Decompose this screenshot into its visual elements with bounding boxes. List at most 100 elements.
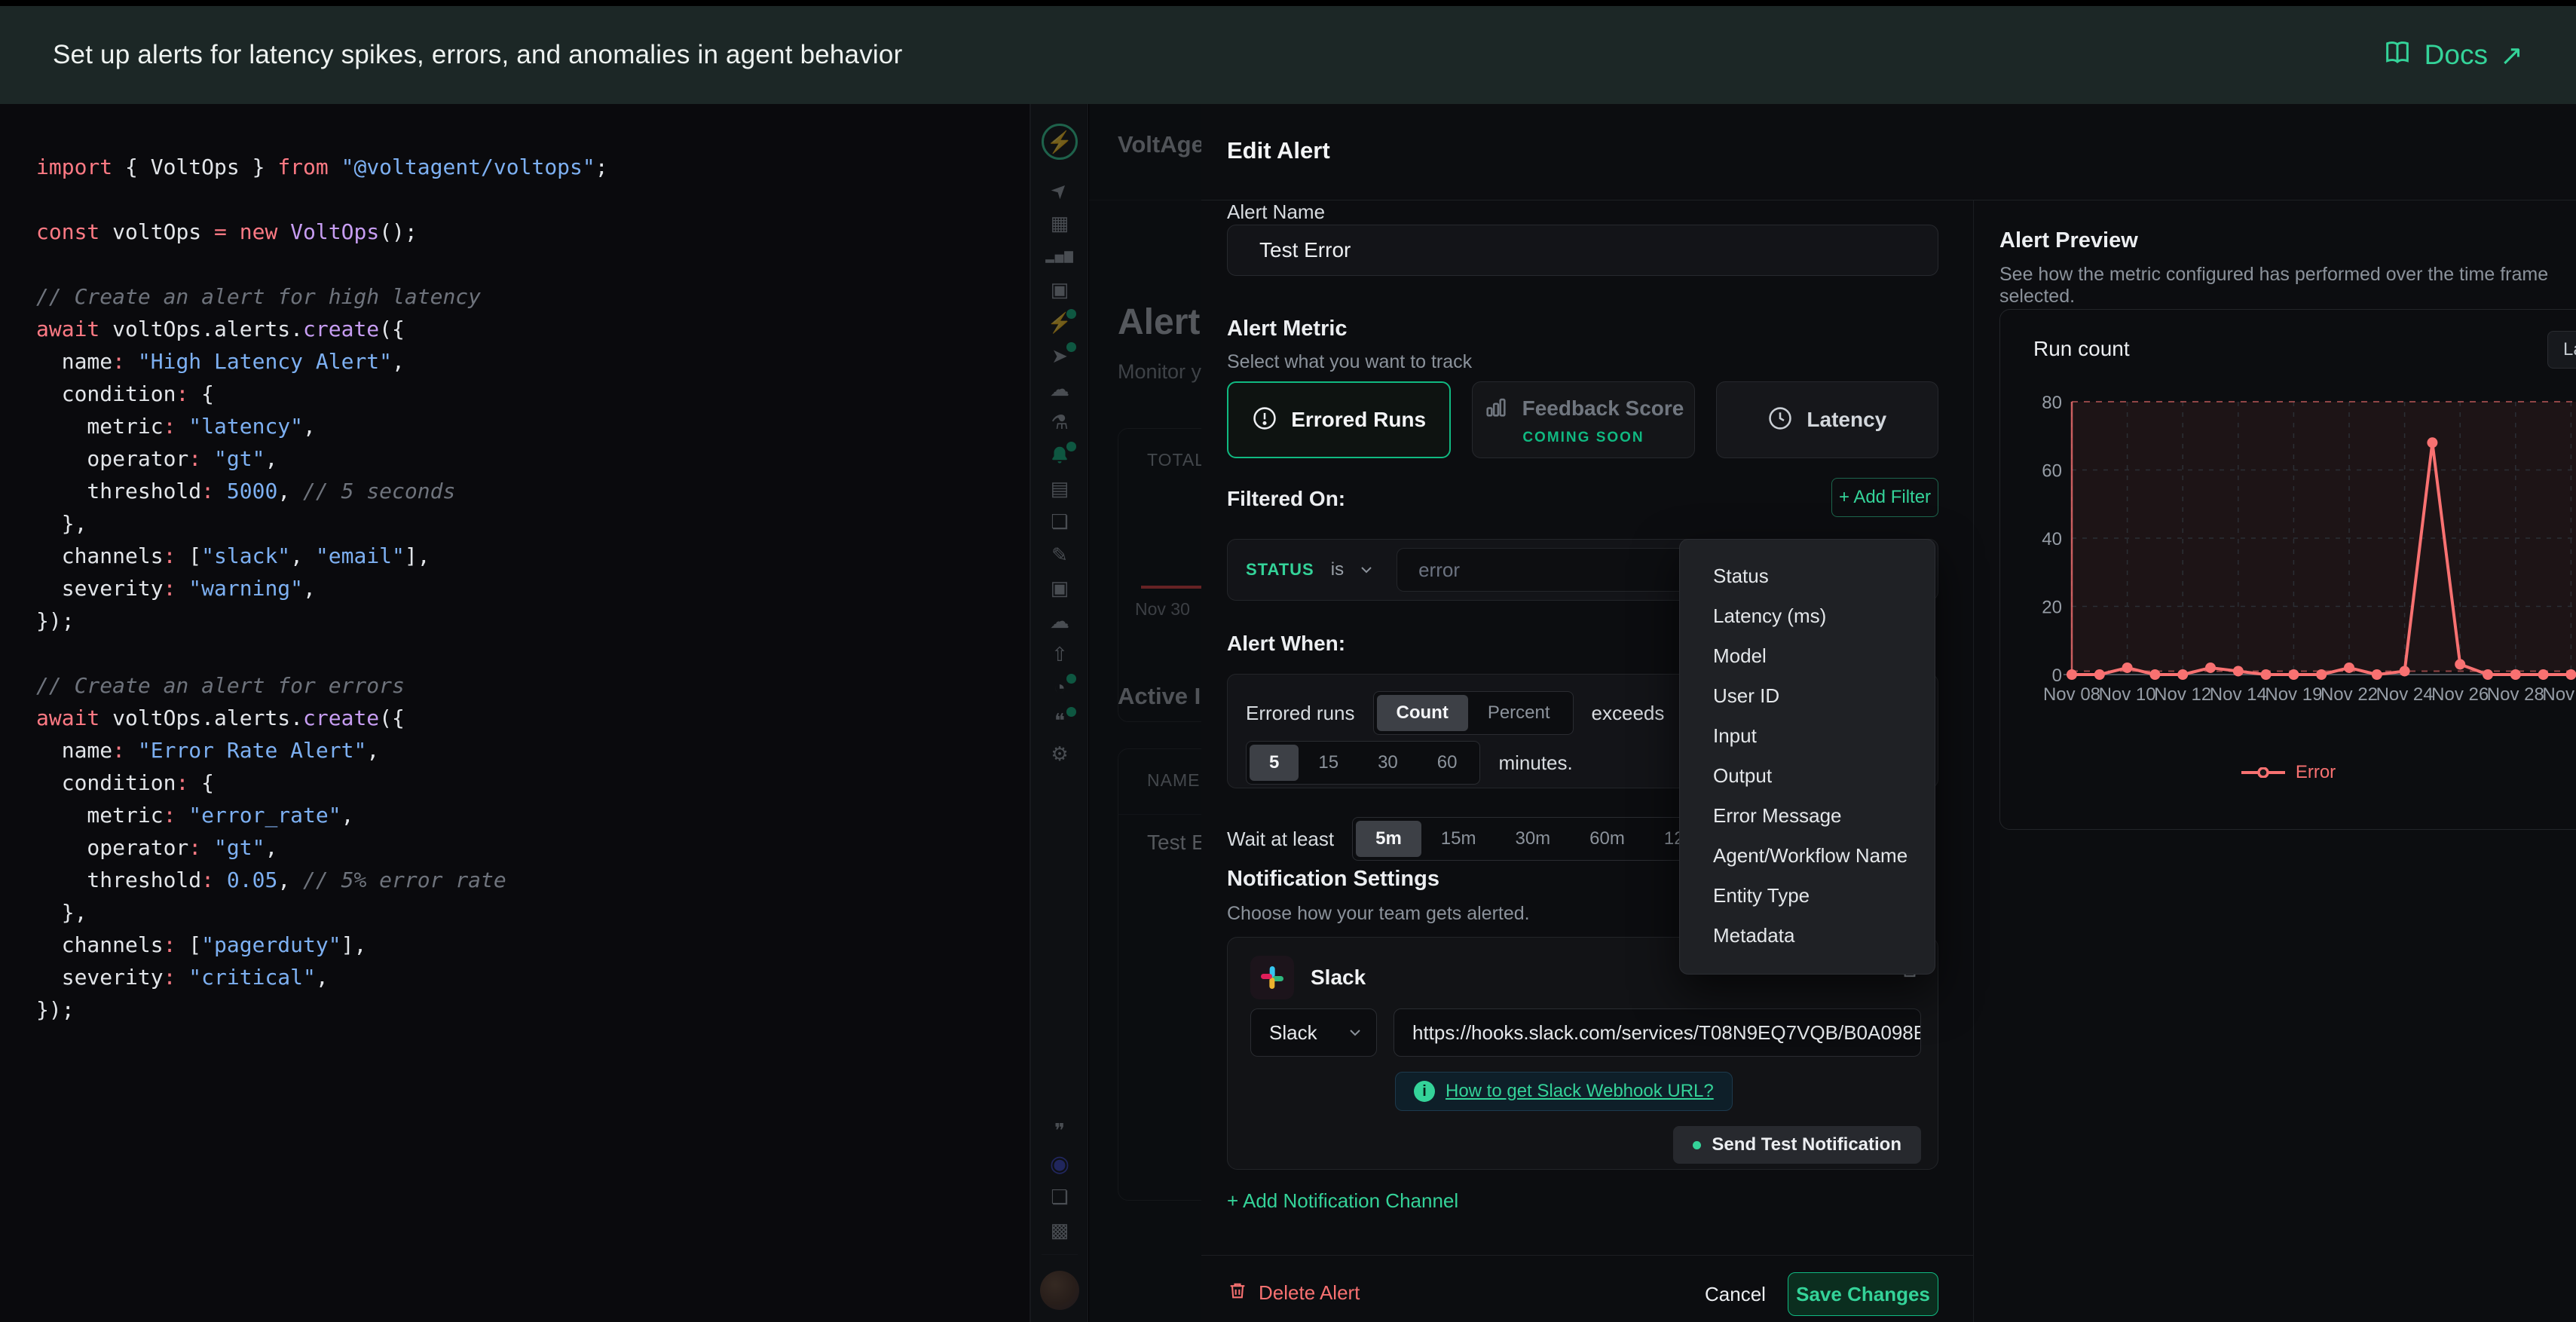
slack-webhook-help-link[interactable]: i How to get Slack Webhook URL? [1395,1072,1733,1111]
sidebar-item-cpu-2-icon[interactable]: ▣ [1031,571,1088,604]
sidebar-item-cloud-2-icon[interactable]: ☁ [1031,604,1088,638]
alert-circle-icon [1252,405,1277,435]
modal-preview-divider [1973,200,1974,1322]
exceeds-label: exceeds [1592,702,1665,725]
channel-name: Slack [1311,965,1366,990]
screen: Set up alerts for latency spikes, errors… [0,0,2576,1322]
dropdown-item-latency-ms-[interactable]: Latency (ms) [1680,596,1935,636]
code-line: }, [36,507,608,540]
seg-wait-option-60m[interactable]: 60m [1570,821,1644,857]
seg-window-option-60[interactable]: 60 [1418,745,1477,781]
info-icon: i [1414,1081,1435,1102]
alert-name-input[interactable]: Test Error [1227,225,1938,276]
sidebar-item-bar-chart-icon[interactable]: ▂▅▇ [1031,240,1088,273]
sidebar-item-cpu-icon[interactable]: ▣ [1031,273,1088,306]
code-line: import { VoltOps } from "@voltagent/volt… [36,151,608,183]
dropdown-item-input[interactable]: Input [1680,716,1935,756]
slack-logo [1250,956,1294,999]
code-line: operator: "gt", [36,442,608,475]
sidebar-item-gift-icon[interactable]: ▩ [1031,1213,1088,1247]
user-avatar[interactable] [1040,1271,1079,1310]
filtered-on-label: Filtered On: [1227,487,1345,511]
dropdown-item-agent-workflow-name[interactable]: Agent/Workflow Name [1680,836,1935,876]
code-line: metric: "error_rate", [36,799,608,831]
alert-metric-subheading: Select what you want to track [1227,351,1472,373]
sidebar-item-upload-icon[interactable]: ⇧ [1031,638,1088,671]
sidebar-item-flask-icon[interactable]: ⚗ [1031,405,1088,439]
seg-mode-option-percent[interactable]: Percent [1468,695,1570,731]
code-line: threshold: 0.05, // 5% error rate [36,864,608,896]
metric-option-latency[interactable]: Latency [1716,381,1938,458]
seg-wait-option-15m[interactable]: 15m [1421,821,1496,857]
notification-dot [1066,674,1076,684]
seg-wait-option-30m[interactable]: 30m [1495,821,1570,857]
dropdown-item-metadata[interactable]: Metadata [1680,916,1935,956]
code-editor-panel: import { VoltOps } from "@voltagent/volt… [0,104,1029,1322]
clock-icon [1767,405,1793,435]
modal-title: Edit Alert [1227,137,1330,164]
save-changes-button[interactable]: Save Changes [1788,1272,1938,1316]
dropdown-item-entity-type[interactable]: Entity Type [1680,876,1935,916]
code-line: }); [36,993,608,1026]
sidebar-item-send-icon[interactable]: ➤ [1031,339,1088,372]
sidebar-item-discord-icon[interactable]: ◉ [1031,1147,1088,1180]
banner-title: Set up alerts for latency spikes, errors… [53,40,902,70]
seg-window-option-5[interactable]: 5 [1250,745,1299,781]
svg-text:60: 60 [2042,461,2062,482]
svg-text:Nov 30: Nov 30 [2542,684,2576,705]
svg-text:Nov 08: Nov 08 [2043,684,2100,705]
sidebar-item-cloud-icon[interactable]: ☁ [1031,372,1088,405]
footer-divider [1201,1255,1973,1256]
legend-marker-icon [2241,767,2285,778]
webhook-url-input[interactable]: https://hooks.slack.com/services/T08N9EQ… [1394,1008,1921,1057]
add-notification-channel-link[interactable]: + Add Notification Channel [1227,1189,1458,1213]
dropdown-item-model[interactable]: Model [1680,636,1935,676]
dropdown-item-error-message[interactable]: Error Message [1680,796,1935,836]
sidebar-item-bell-icon[interactable] [1031,439,1088,472]
sidebar-item-zap-icon[interactable]: ⚡ [1031,306,1088,339]
svg-text:Nov 28: Nov 28 [2487,684,2544,705]
sidebar-item-gear-icon[interactable]: ⚙ [1031,737,1088,770]
sidebar-item-rocket-icon[interactable]: ➤ [1031,173,1088,207]
seg-wait-option-5m[interactable]: 5m [1356,821,1421,857]
add-filter-button[interactable]: + Add Filter [1831,478,1938,517]
sidebar-item-edit-icon[interactable]: ✎ [1031,538,1088,571]
svg-text:40: 40 [2042,529,2062,549]
test-button-label: Send Test Notification [1712,1134,1901,1155]
sidebar-item-feedback-icon[interactable]: ❞ [1031,1114,1088,1147]
time-range-button[interactable]: Las [2547,331,2576,369]
sidebar-item-apps-grid-icon[interactable]: ▦ [1031,207,1088,240]
sidebar-item-clock-icon[interactable]: ◔ [1031,671,1088,704]
voltagent-logo[interactable]: ⚡ [1042,124,1078,160]
delete-alert-button[interactable]: Delete Alert [1227,1280,1360,1306]
filter-operator[interactable]: is [1331,559,1344,580]
cancel-button[interactable]: Cancel [1705,1283,1766,1306]
sidebar-item-chat-icon[interactable]: ❝ [1031,704,1088,737]
rail-divider [1042,1254,1078,1255]
dropdown-item-output[interactable]: Output [1680,756,1935,796]
metric-option-errored-runs[interactable]: Errored Runs [1227,381,1451,458]
chevron-down-icon[interactable] [1357,561,1375,579]
metric-option-feedback-score[interactable]: Feedback ScoreCOMING SOON [1472,381,1694,458]
sidebar-item-database-icon[interactable]: ▤ [1031,472,1088,505]
legend-label: Error [2296,762,2336,783]
code-line: name: "High Latency Alert", [36,345,608,378]
table-col-header: NAME [1147,770,1200,791]
seg-mode-option-count[interactable]: Count [1377,695,1468,731]
code-line: }, [36,896,608,929]
dropdown-item-user-id[interactable]: User ID [1680,676,1935,716]
channel-type-select[interactable]: Slack [1250,1008,1377,1057]
filter-field-select[interactable]: STATUS [1246,560,1314,580]
green-dot-icon [1693,1141,1701,1149]
help-link-text: How to get Slack Webhook URL? [1446,1081,1714,1102]
seg-window-option-30[interactable]: 30 [1358,745,1418,781]
dropdown-item-status[interactable]: Status [1680,556,1935,596]
sidebar-item-doc-icon[interactable]: ❏ [1031,1180,1088,1213]
send-test-notification-button[interactable]: Send Test Notification [1673,1126,1921,1164]
code-line: metric: "latency", [36,410,608,442]
count-percent-toggle: CountPercent [1373,691,1574,735]
code-line [36,637,608,669]
sidebar-item-file-icon[interactable]: ❏ [1031,505,1088,538]
docs-link[interactable]: Docs ↗ [2382,37,2523,74]
seg-window-option-15[interactable]: 15 [1299,745,1358,781]
